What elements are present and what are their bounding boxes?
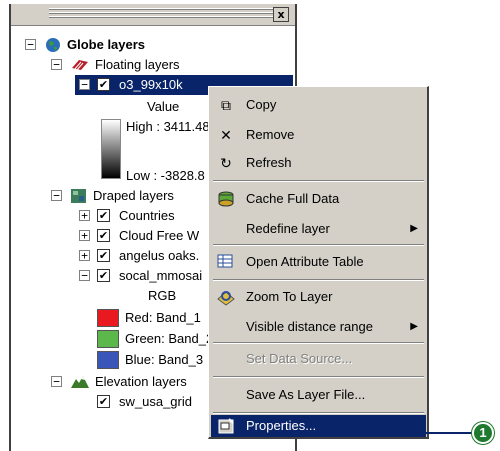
- menu-separator: [213, 376, 424, 378]
- step-callout-badge: 1: [472, 422, 494, 444]
- zoom-to-layer-icon: [217, 291, 235, 306]
- globe-icon: [46, 38, 60, 52]
- draped-layers-label: Draped layers: [93, 188, 174, 203]
- menu-item-remove[interactable]: ✕ Remove: [211, 120, 426, 150]
- draped-layers-icon: [71, 189, 86, 203]
- red-swatch: [97, 309, 119, 327]
- close-button[interactable]: x: [273, 7, 289, 22]
- rgb-label: RGB: [148, 288, 177, 303]
- layer-visibility-checkbox[interactable]: ✔: [97, 269, 110, 282]
- blue-band-label: Blue: Band_3: [125, 352, 204, 367]
- selected-layer-label: o3_99x10k: [119, 77, 183, 92]
- layer-label: sw_usa_grid: [119, 394, 192, 409]
- submenu-arrow-icon: ▶: [410, 321, 418, 332]
- menu-separator: [213, 244, 424, 246]
- menu-item-set-data-source[interactable]: Set Data Source...: [211, 344, 426, 374]
- green-band-label: Green: Band_2: [125, 331, 214, 346]
- cache-data-icon: [218, 191, 234, 207]
- menu-item-label: Save As Layer File...: [246, 387, 366, 402]
- remove-x-icon: ✕: [220, 127, 232, 143]
- drag-grip[interactable]: [49, 8, 277, 20]
- collapse-toggle[interactable]: −: [51, 190, 62, 201]
- menu-item-zoom-to-layer[interactable]: Zoom To Layer: [211, 282, 426, 312]
- panel-title-bar[interactable]: x: [11, 4, 295, 26]
- properties-icon: [218, 418, 234, 434]
- layer-label: angelus oaks.: [119, 248, 200, 263]
- tree-node-globe-layers[interactable]: − Globe layers: [25, 35, 225, 55]
- expand-toggle[interactable]: +: [79, 230, 90, 241]
- collapse-toggle[interactable]: −: [51, 59, 62, 70]
- legend-low-label: Low : -3828.8: [126, 168, 205, 183]
- menu-item-label: Remove: [246, 127, 295, 142]
- copy-icon: ⧉: [221, 97, 231, 113]
- menu-item-open-attribute-table[interactable]: Open Attribute Table: [211, 247, 426, 277]
- globe-layers-label: Globe layers: [67, 37, 146, 52]
- tree-node-floating-layers[interactable]: − Floating layers: [51, 55, 251, 75]
- collapse-toggle[interactable]: −: [25, 39, 36, 50]
- elevation-layers-icon: [71, 376, 89, 388]
- menu-item-label: Visible distance range: [246, 319, 373, 334]
- callout-leader-line: [417, 432, 475, 434]
- menu-item-label: Copy: [246, 97, 277, 112]
- layer-visibility-checkbox[interactable]: ✔: [97, 78, 110, 91]
- expand-toggle[interactable]: +: [79, 250, 90, 261]
- layer-visibility-checkbox[interactable]: ✔: [97, 209, 110, 222]
- submenu-arrow-icon: ▶: [410, 223, 418, 234]
- layer-context-menu: ⧉ Copy ✕ Remove ↻ Refresh Cache Full Dat…: [208, 86, 429, 439]
- menu-item-redefine-layer[interactable]: Redefine layer ▶: [211, 214, 426, 244]
- layer-label: Cloud Free W: [119, 228, 200, 243]
- menu-item-properties[interactable]: Properties...: [211, 415, 426, 437]
- legend-value-label: Value: [147, 99, 180, 114]
- menu-item-label: Zoom To Layer: [246, 289, 333, 304]
- menu-item-label: Cache Full Data: [246, 191, 340, 206]
- legend-high-label: High : 3411.48: [126, 119, 210, 134]
- menu-item-label: Redefine layer: [246, 221, 330, 236]
- menu-item-cache-full-data[interactable]: Cache Full Data: [211, 184, 426, 214]
- menu-separator: [213, 412, 424, 414]
- layer-label: socal_mmosai: [119, 268, 203, 283]
- layer-visibility-checkbox[interactable]: ✔: [97, 229, 110, 242]
- menu-separator: [213, 279, 424, 281]
- green-swatch: [97, 330, 119, 348]
- layer-visibility-checkbox[interactable]: ✔: [97, 249, 110, 262]
- red-band-label: Red: Band_1: [125, 310, 201, 325]
- menu-item-label: Refresh: [246, 155, 292, 170]
- elevation-layers-label: Elevation layers: [95, 374, 187, 389]
- layer-label: Countries: [119, 208, 175, 223]
- menu-item-copy[interactable]: ⧉ Copy: [211, 90, 426, 120]
- floating-layers-icon: [72, 60, 88, 72]
- refresh-icon: ↻: [220, 155, 232, 171]
- menu-item-visible-distance-range[interactable]: Visible distance range ▶: [211, 312, 426, 342]
- floating-layers-label: Floating layers: [95, 57, 180, 72]
- menu-item-label: Set Data Source...: [246, 351, 353, 366]
- collapse-toggle[interactable]: −: [79, 79, 90, 90]
- menu-item-refresh[interactable]: ↻ Refresh: [211, 148, 426, 178]
- menu-item-label: Properties...: [246, 418, 317, 433]
- layer-visibility-checkbox[interactable]: ✔: [97, 395, 110, 408]
- collapse-toggle[interactable]: −: [79, 270, 90, 281]
- blue-swatch: [97, 351, 119, 369]
- collapse-toggle[interactable]: −: [51, 376, 62, 387]
- menu-separator: [213, 180, 424, 182]
- menu-item-label: Open Attribute Table: [246, 254, 364, 269]
- table-icon: [217, 254, 233, 268]
- value-gradient-ramp: [101, 119, 121, 179]
- expand-toggle[interactable]: +: [79, 210, 90, 221]
- menu-item-save-as-layer-file[interactable]: Save As Layer File...: [211, 380, 426, 410]
